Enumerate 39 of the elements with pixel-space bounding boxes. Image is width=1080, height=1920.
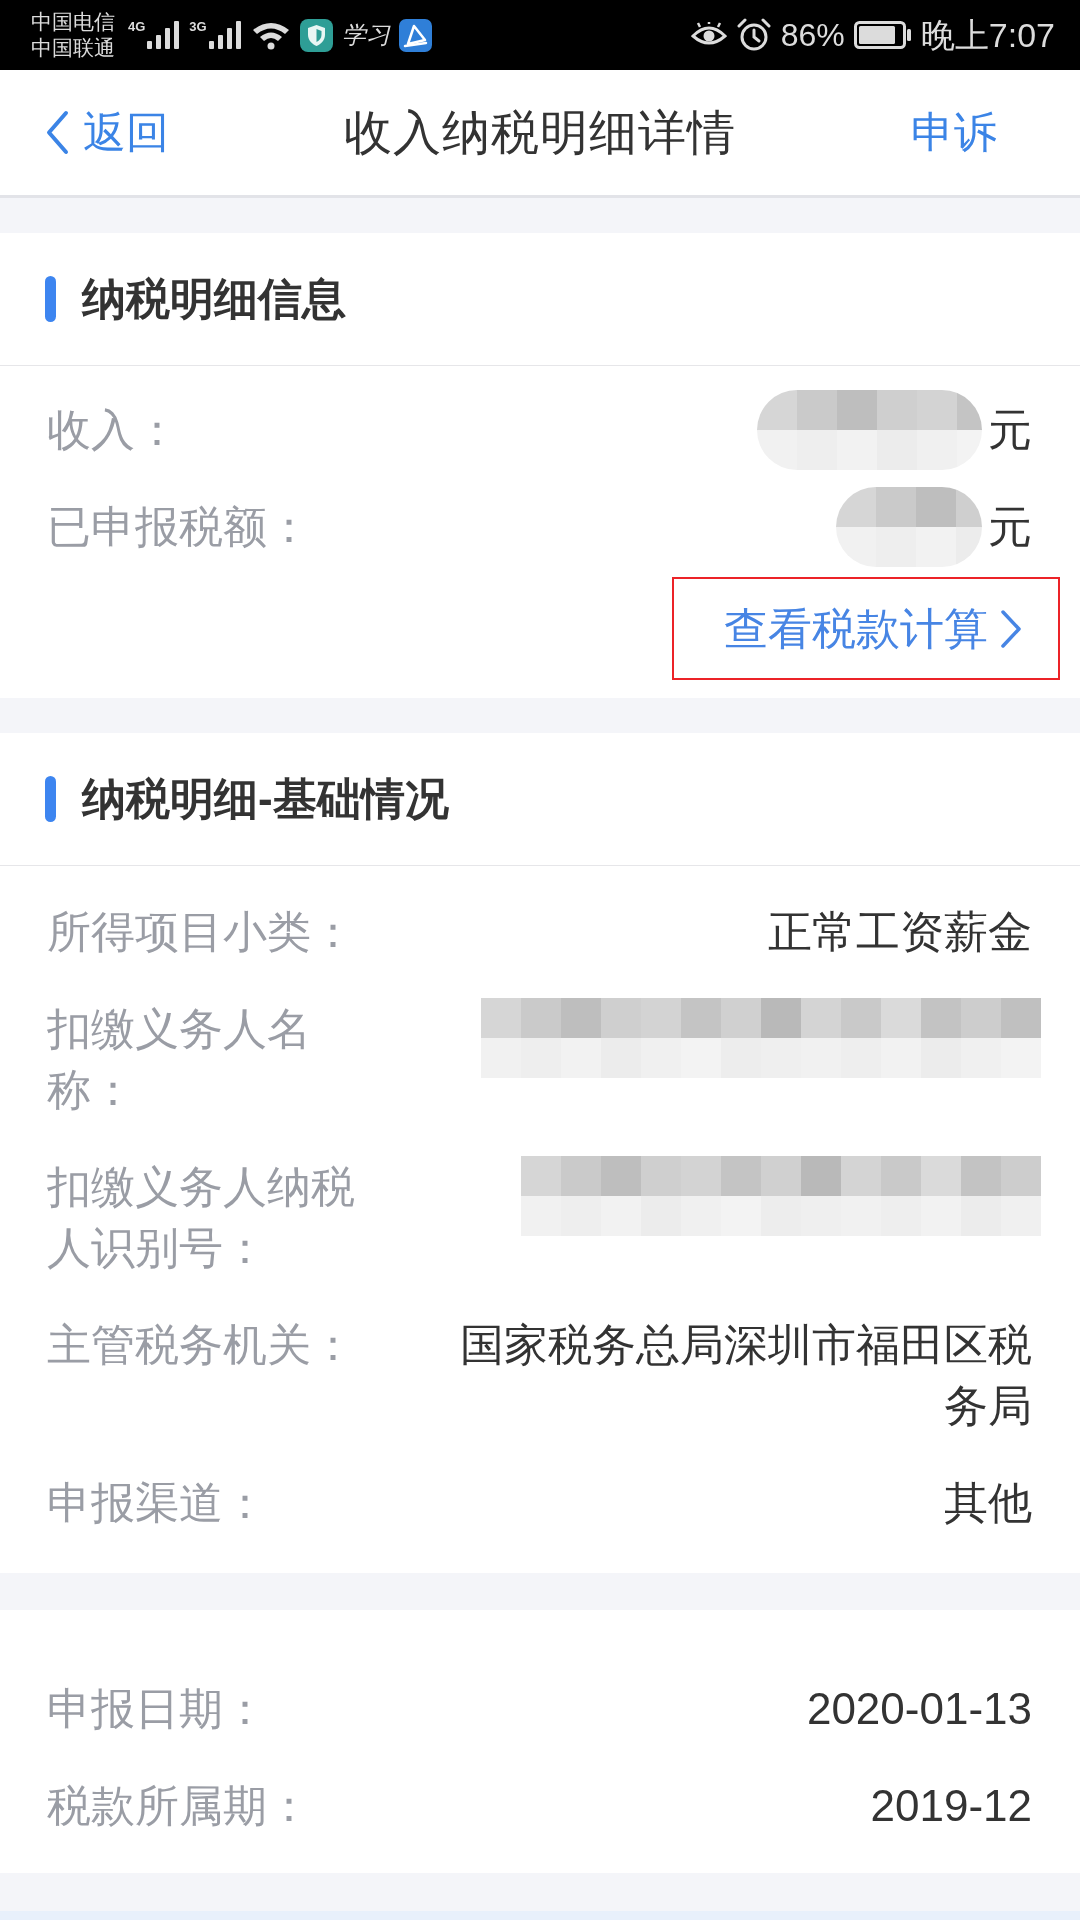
field-label: 税款所属期： (47, 1780, 312, 1832)
unit-label: 元 (988, 501, 1032, 553)
field-value: 2019-12 (870, 1780, 1032, 1832)
field-label: 所得项目小类： (47, 906, 356, 958)
field-value: 正常工资薪金 (768, 906, 1032, 958)
section-title: 纳税明细信息 (82, 272, 346, 325)
signal-icon (146, 20, 181, 50)
carrier-name: 中国联通 (31, 35, 115, 61)
back-button[interactable]: 返回 (45, 103, 169, 162)
battery-percent: 86% (780, 19, 845, 51)
field-value: 2020-01-13 (806, 1683, 1032, 1735)
signal-icon (207, 20, 242, 50)
section-title: 纳税明细-基础情况 (82, 772, 449, 825)
carrier-name: 中国电信 (31, 9, 115, 35)
clock-time: 晚上7:07 (920, 18, 1055, 52)
field-label: 已申报税额： (47, 501, 312, 553)
view-calculation-link[interactable]: 查看税款计算 (724, 598, 1022, 659)
network-type: 4G (128, 20, 146, 34)
app-logo-text: 学习 (341, 20, 390, 51)
accent-bar-icon (45, 776, 56, 822)
shield-app-icon (299, 18, 333, 52)
field-label: 申报渠道： (47, 1477, 268, 1529)
network-type: 3G (189, 20, 207, 34)
page-title: 收入纳税明细详情 (344, 104, 736, 161)
appeal-button[interactable]: 申诉 (911, 103, 997, 162)
unit-label: 元 (988, 404, 1032, 456)
field-value: 国家税务总局深圳市福田区税务局 (459, 1319, 1032, 1432)
field-value: 其他 (944, 1477, 1032, 1529)
chevron-left-icon (45, 110, 69, 155)
field-label: 主管税务机关： (47, 1319, 356, 1371)
field-label: 收入： (47, 404, 180, 456)
field-label: 申报日期： (47, 1683, 268, 1735)
field-label: 扣缴义务人纳税人识别号： (47, 1161, 356, 1274)
triangle-app-icon (398, 18, 432, 52)
chevron-right-icon (1000, 608, 1022, 649)
field-label: 扣缴义务人名称： (47, 1003, 312, 1116)
battery-icon (853, 21, 912, 49)
accent-bar-icon (45, 276, 56, 322)
alarm-icon (735, 17, 772, 53)
